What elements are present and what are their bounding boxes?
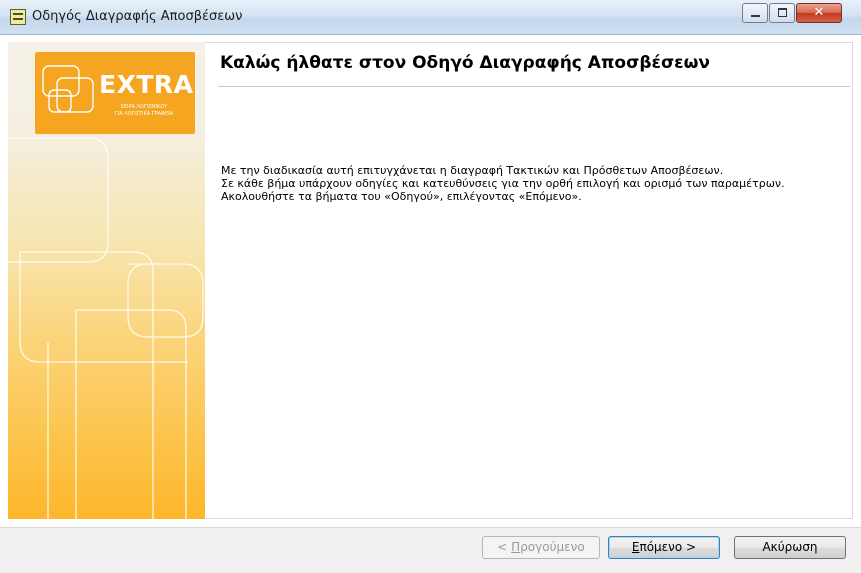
logo-subtitle: ΣΕΙΡΑ ΛΟΓΙΣΜΙΚΟΥ ΓΙΑ ΛΟΓΙΣΤΙΚΑ ΓΡΑΦΕΙΑ [114,104,174,117]
logo-wordmark: EXTRA [99,70,194,99]
previous-button[interactable]: < Προγούμενο [482,536,600,559]
wizard-app-icon [10,9,26,25]
window-title: Οδηγός Διαγραφής Αποσβέσεων [32,9,243,24]
extra-logo: EXTRA ΣΕΙΡΑ ΛΟΓΙΣΜΙΚΟΥ ΓΙΑ ΛΟΓΙΣΤΙΚΑ ΓΡΑ… [35,52,195,134]
maximize-icon [778,8,787,17]
description-line: Σε κάθε βήμα υπάρχουν οδηγίες και κατευθ… [221,177,785,190]
close-button[interactable]: ✕ [796,3,842,23]
cancel-button[interactable]: Ακύρωση [734,536,846,559]
next-button[interactable]: Επόμενο > [608,536,720,559]
description-line: Ακολουθήστε τα βήματα του «Οδηγού», επιλ… [221,190,582,203]
wizard-sidebar-banner: EXTRA ΣΕΙΡΑ ΛΟΓΙΣΜΙΚΟΥ ΓΙΑ ΛΟΓΙΣΤΙΚΑ ΓΡΑ… [8,42,205,519]
title-bar[interactable]: Οδηγός Διαγραφής Αποσβέσεων ✕ [0,0,861,35]
button-bar [0,527,861,573]
page-title: Καλώς ήλθατε στον Οδηγό Διαγραφής Αποσβέ… [220,53,711,73]
title-divider [218,86,850,87]
minimize-button[interactable] [742,3,768,23]
maximize-button[interactable] [769,3,795,23]
close-icon: ✕ [813,5,825,20]
wizard-window: Οδηγός Διαγραφής Αποσβέσεων ✕ EXTRA ΣΕΙΡ… [0,0,861,573]
description-line: Με την διαδικασία αυτή επιτυγχάνεται η δ… [221,164,724,177]
minimize-icon [751,15,760,17]
